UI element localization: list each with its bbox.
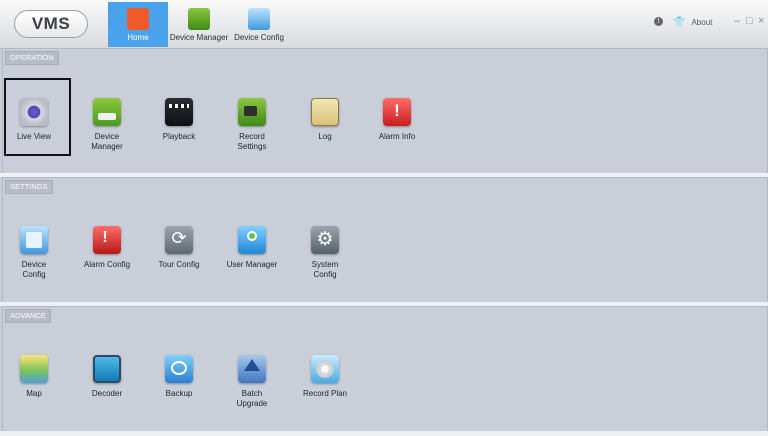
set-item-user-manager[interactable]: User Manager [219, 226, 285, 270]
user-manager-icon [238, 226, 266, 254]
op-item-log[interactable]: Log [292, 98, 358, 142]
vms-logo: VMS [14, 10, 88, 38]
info-icon[interactable]: ! [654, 17, 663, 26]
section-operation-label: OPERATION [5, 51, 59, 65]
set-item-alarm-config[interactable]: Alarm Config [74, 226, 140, 270]
adv-item-label: Map [26, 389, 42, 398]
tab-device-manager[interactable]: Device Manager [169, 2, 229, 47]
tour-config-icon [165, 226, 193, 254]
decoder-icon [93, 355, 121, 383]
set-item-label: Device Config [21, 260, 47, 279]
section-advance-label: ADVANCE [5, 309, 51, 323]
set-item-label: User Manager [226, 260, 278, 269]
op-item-playback[interactable]: Playback [146, 98, 212, 142]
adv-item-label: Backup [165, 389, 193, 398]
op-item-alarm-info[interactable]: Alarm Info [364, 98, 430, 142]
maximize-icon[interactable]: □ [746, 15, 753, 27]
adv-item-record-plan[interactable]: Record Plan [292, 355, 358, 399]
record-plan-icon [311, 355, 339, 383]
tab-home[interactable]: Home [108, 2, 168, 47]
adv-item-label: Batch Upgrade [236, 389, 268, 408]
adv-item-map[interactable]: Map [1, 355, 67, 399]
op-item-label: Device Manager [91, 132, 123, 151]
set-item-device-config[interactable]: Device Config [1, 226, 67, 280]
tab-device-config-label: Device Config [234, 33, 284, 42]
shirt-icon: 👕 [673, 17, 686, 28]
device-manager-icon [188, 8, 210, 30]
bottom-divider [0, 431, 768, 436]
tab-device-config[interactable]: Device Config [231, 2, 287, 47]
adv-item-label: Decoder [91, 389, 123, 398]
top-bar: VMS Home Device Manager Device Config ! … [0, 0, 768, 49]
op-item-label: Record Settings [237, 132, 267, 151]
adv-item-batch-upgrade[interactable]: Batch Upgrade [219, 355, 285, 409]
device-manager-icon [93, 98, 121, 126]
playback-icon [165, 98, 193, 126]
live-view-icon [20, 98, 48, 126]
alarm-info-icon [383, 98, 411, 126]
alarm-config-icon [93, 226, 121, 254]
op-item-record-settings[interactable]: Record Settings [219, 98, 285, 152]
op-item-label: Log [318, 132, 332, 141]
tab-home-label: Home [127, 33, 149, 42]
adv-item-decoder[interactable]: Decoder [74, 355, 140, 399]
set-item-tour-config[interactable]: Tour Config [146, 226, 212, 270]
about-link[interactable]: 👕 About [673, 17, 712, 28]
op-item-label: Live View [16, 132, 52, 141]
backup-icon [165, 355, 193, 383]
batch-upgrade-icon [238, 355, 266, 383]
op-item-label: Alarm Info [378, 132, 416, 141]
minimize-icon[interactable]: – [734, 15, 740, 27]
system-config-icon [311, 226, 339, 254]
set-item-label: Tour Config [158, 260, 200, 269]
set-item-system-config[interactable]: System Config [292, 226, 358, 280]
home-icon [127, 8, 149, 30]
close-icon[interactable]: × [758, 15, 764, 27]
about-label: About [691, 18, 713, 27]
section-settings-label: SETTINGS [5, 180, 53, 194]
adv-item-backup[interactable]: Backup [146, 355, 212, 399]
record-settings-icon [238, 98, 266, 126]
map-icon [20, 355, 48, 383]
set-item-label: System Config [311, 260, 339, 279]
device-config-icon [248, 8, 270, 30]
op-item-live-view[interactable]: Live View [1, 98, 67, 142]
op-item-device-manager[interactable]: Device Manager [74, 98, 140, 152]
adv-item-label: Record Plan [302, 389, 348, 398]
log-icon [311, 98, 339, 126]
op-item-label: Playback [162, 132, 196, 141]
set-item-label: Alarm Config [83, 260, 131, 269]
tab-device-manager-label: Device Manager [169, 33, 229, 42]
device-config-icon [20, 226, 48, 254]
